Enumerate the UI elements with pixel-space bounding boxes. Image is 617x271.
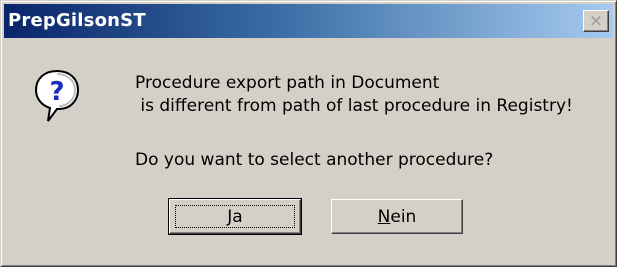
message-line-1: Procedure export path in Document — [135, 73, 440, 93]
close-icon: × — [588, 10, 604, 31]
message-line-3: Do you want to select another procedure? — [135, 150, 494, 170]
dialog-window: PrepGilsonST × ? Procedure export path i… — [0, 0, 617, 267]
window-title: PrepGilsonST — [8, 10, 146, 31]
title-bar[interactable]: PrepGilsonST × — [4, 4, 613, 38]
question-mark-glyph: ? — [49, 77, 64, 107]
question-icon: ? — [33, 68, 81, 124]
close-button[interactable]: × — [583, 10, 609, 32]
no-button[interactable]: Nein — [331, 199, 463, 234]
yes-button-label: Ja — [227, 206, 243, 227]
message-line-2: is different from path of last procedure… — [135, 96, 573, 116]
no-button-label: Nein — [377, 206, 417, 227]
yes-button[interactable]: Ja — [168, 198, 302, 235]
